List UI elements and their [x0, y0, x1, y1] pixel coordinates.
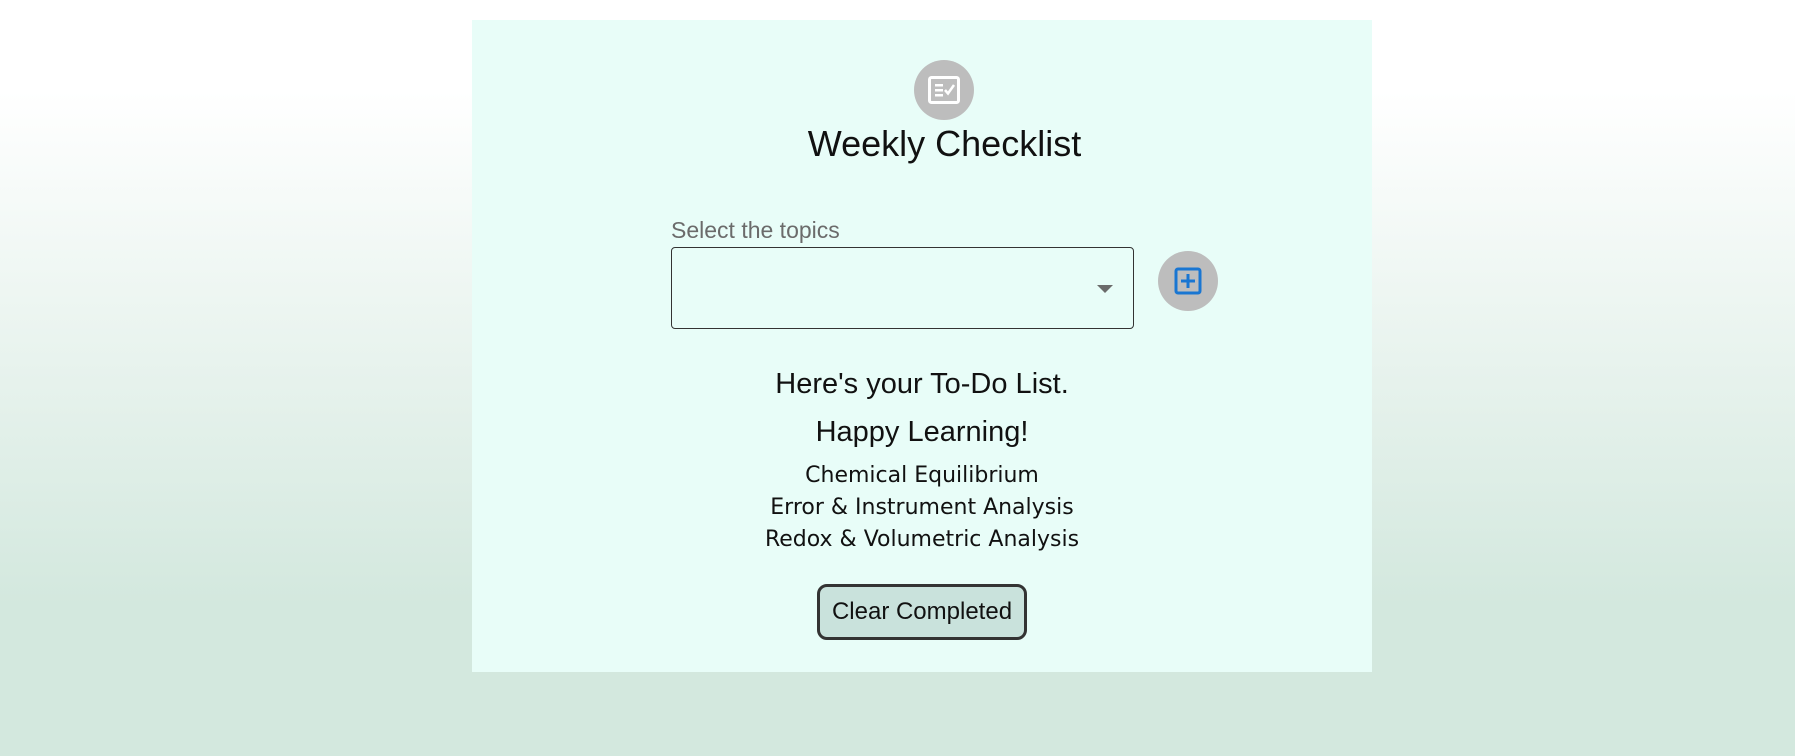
- todo-item[interactable]: Chemical Equilibrium: [472, 460, 1372, 492]
- todo-item[interactable]: Redox & Volumetric Analysis: [472, 524, 1372, 556]
- checklist-icon: [914, 60, 974, 120]
- add-box-icon: [1174, 267, 1202, 295]
- topic-select-label: Select the topics: [671, 217, 840, 243]
- add-topic-button[interactable]: [1158, 251, 1218, 311]
- todo-subheading: Happy Learning!: [815, 416, 1029, 448]
- todo-heading: Here's your To-Do List.: [775, 368, 1069, 400]
- todo-list: Chemical Equilibrium Error & Instrument …: [472, 460, 1372, 556]
- checklist-card: Weekly Checklist Select the topics Here'…: [472, 20, 1372, 672]
- page-title: Weekly Checklist: [807, 123, 1082, 164]
- topic-select[interactable]: [671, 247, 1134, 329]
- clear-completed-button[interactable]: Clear Completed: [817, 584, 1027, 640]
- todo-item[interactable]: Error & Instrument Analysis: [472, 492, 1372, 524]
- caret-down-icon: [1097, 285, 1113, 293]
